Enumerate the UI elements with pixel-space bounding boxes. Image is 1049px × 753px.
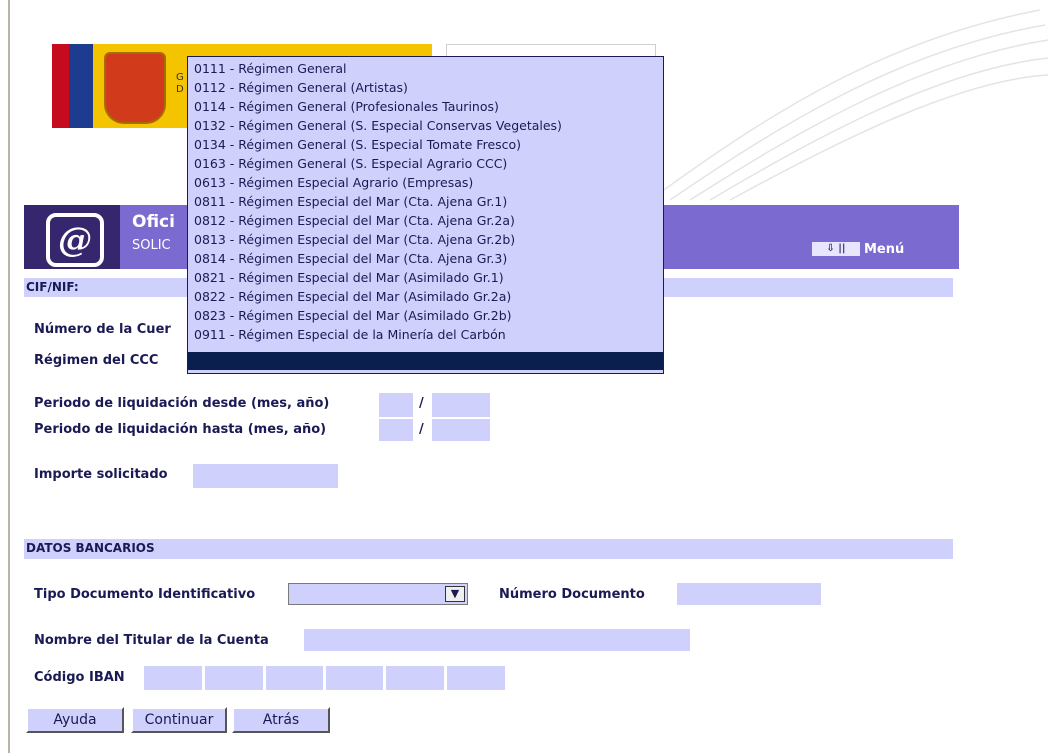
tipo-documento-label: Tipo Documento Identificativo — [34, 587, 256, 602]
desde-anio-input[interactable] — [432, 393, 490, 417]
hasta-slash: / — [419, 422, 424, 437]
importe-label: Importe solicitado — [34, 467, 168, 482]
iban-label: Código IBAN — [34, 670, 125, 685]
cif-label: CIF/NIF: — [26, 280, 79, 294]
regimen-option[interactable]: 0823 - Régimen Especial del Mar (Asimila… — [194, 308, 512, 323]
regimen-option[interactable]: 0111 - Régimen General — [194, 61, 347, 76]
menu-button[interactable]: ⇩ || Menú — [812, 240, 904, 258]
hasta-mes-input[interactable] — [379, 419, 413, 441]
regimen-option-selected[interactable] — [188, 352, 663, 370]
numero-documento-label: Número Documento — [499, 587, 645, 602]
titular-input[interactable] — [304, 629, 690, 651]
chevron-down-icon[interactable]: ▼ — [445, 586, 465, 602]
atras-button[interactable]: Atrás — [232, 707, 330, 733]
iban-input-6[interactable] — [447, 666, 505, 690]
regimen-option[interactable]: 0114 - Régimen General (Profesionales Ta… — [194, 99, 499, 114]
regimen-label: Régimen del CCC — [34, 353, 159, 368]
desde-slash: / — [419, 396, 424, 411]
iban-input-4[interactable] — [326, 666, 383, 690]
regimen-option[interactable]: 0821 - Régimen Especial del Mar (Asimila… — [194, 270, 504, 285]
menu-label: Menú — [864, 241, 905, 257]
iban-input-1[interactable] — [144, 666, 202, 690]
menu-arrow-icon: ⇩ || — [812, 242, 860, 256]
numero-cuenta-label: Número de la Cuer — [34, 322, 171, 337]
regimen-option[interactable]: 0112 - Régimen General (Artistas) — [194, 80, 408, 95]
regimen-dropdown-list[interactable]: 0111 - Régimen General 0112 - Régimen Ge… — [187, 56, 664, 374]
desde-mes-input[interactable] — [379, 393, 413, 417]
continuar-button[interactable]: Continuar — [131, 707, 227, 733]
decorative-swoosh — [649, 9, 1049, 201]
regimen-option[interactable]: 0911 - Régimen Especial de la Minería de… — [194, 327, 506, 342]
importe-input[interactable] — [193, 464, 338, 488]
coat-of-arms-icon — [104, 52, 166, 124]
banner-subtitle: SOLIC — [132, 238, 171, 253]
regimen-option[interactable]: 0814 - Régimen Especial del Mar (Cta. Aj… — [194, 251, 507, 266]
regimen-option[interactable]: 0134 - Régimen General (S. Especial Toma… — [194, 137, 521, 152]
iban-input-3[interactable] — [266, 666, 323, 690]
left-border — [8, 0, 10, 753]
regimen-option[interactable]: 0813 - Régimen Especial del Mar (Cta. Aj… — [194, 232, 515, 247]
sede-electronica-logo: @ — [24, 205, 120, 269]
regimen-option[interactable]: 0822 - Régimen Especial del Mar (Asimila… — [194, 289, 511, 304]
ayuda-button[interactable]: Ayuda — [26, 707, 124, 733]
titular-label: Nombre del Titular de la Cuenta — [34, 633, 269, 648]
periodo-desde-label: Periodo de liquidación desde (mes, año) — [34, 396, 330, 411]
iban-input-2[interactable] — [205, 666, 263, 690]
regimen-option[interactable]: 0163 - Régimen General (S. Especial Agra… — [194, 156, 507, 171]
hasta-anio-input[interactable] — [432, 419, 490, 441]
tipo-documento-select[interactable]: ▼ — [288, 583, 468, 605]
numero-documento-input[interactable] — [677, 583, 821, 605]
datos-bancarios-label: DATOS BANCARIOS — [26, 541, 155, 555]
regimen-option[interactable]: 0132 - Régimen General (S. Especial Cons… — [194, 118, 562, 133]
regimen-option[interactable]: 0613 - Régimen Especial Agrario (Empresa… — [194, 175, 473, 190]
at-icon: @ — [46, 213, 104, 267]
iban-input-5[interactable] — [386, 666, 444, 690]
regimen-option[interactable]: 0812 - Régimen Especial del Mar (Cta. Aj… — [194, 213, 515, 228]
banner-title: Ofici — [132, 212, 175, 232]
datos-bancarios-band: DATOS BANCARIOS — [24, 539, 953, 559]
periodo-hasta-label: Periodo de liquidación hasta (mes, año) — [34, 422, 327, 437]
regimen-option[interactable]: 0811 - Régimen Especial del Mar (Cta. Aj… — [194, 194, 507, 209]
